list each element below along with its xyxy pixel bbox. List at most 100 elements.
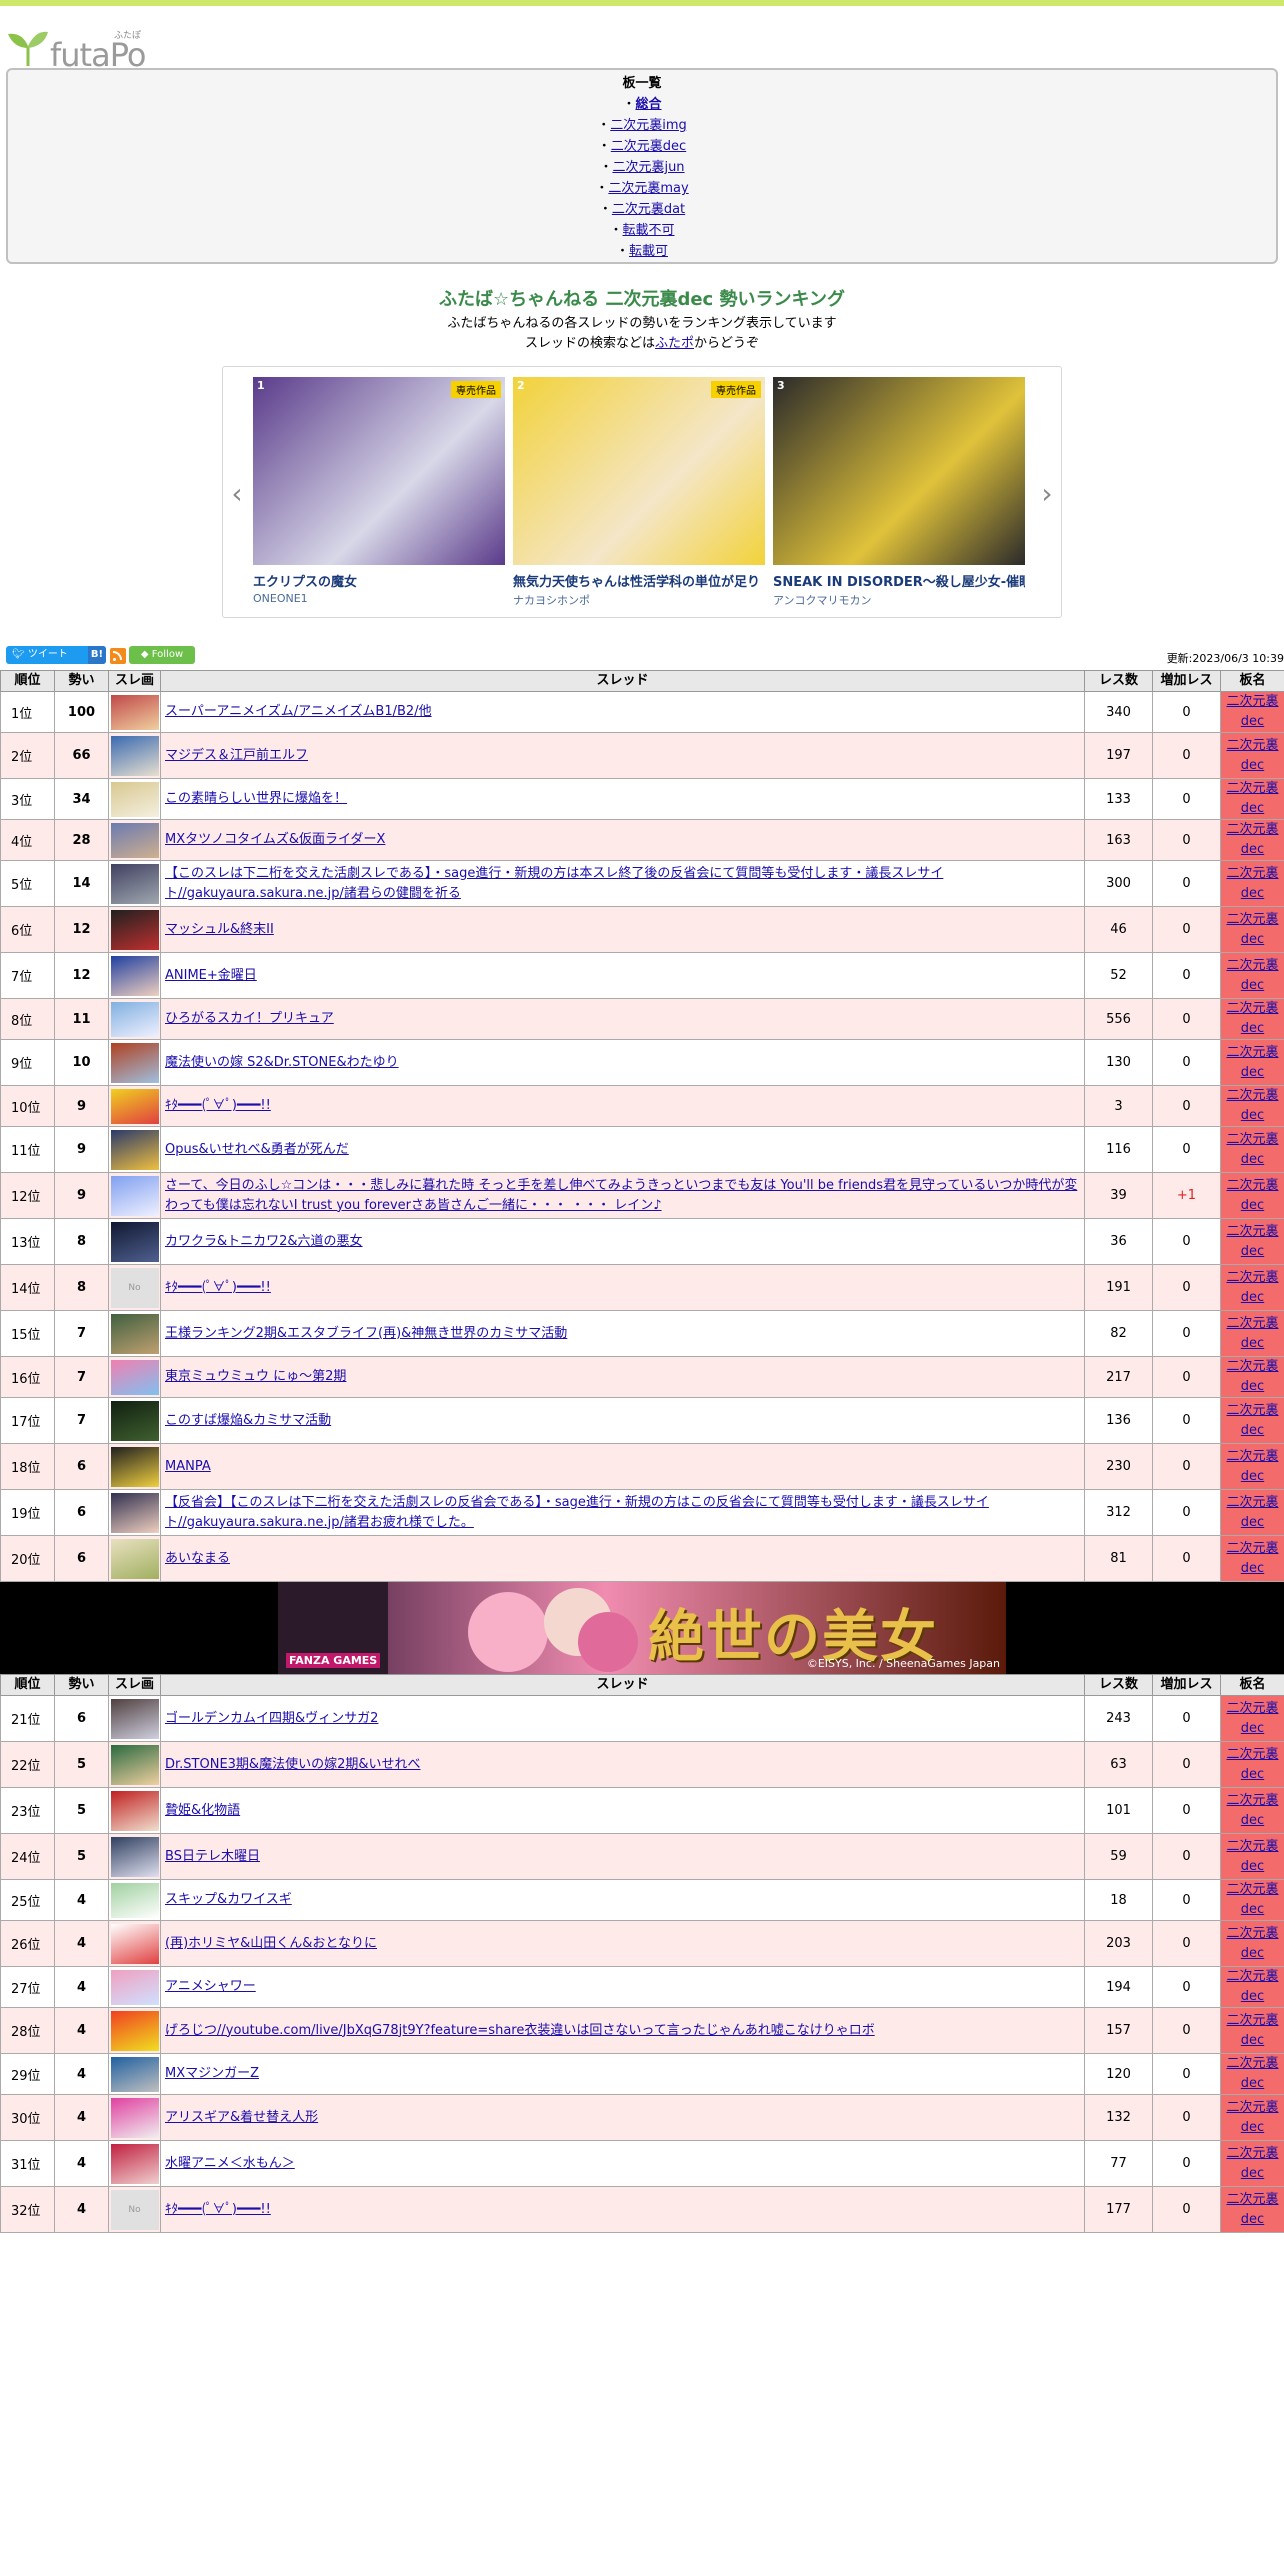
board-link[interactable]: 二次元裏jun — [612, 160, 684, 175]
thread-link[interactable]: アニメシャワー — [165, 1979, 256, 1994]
thread-thumbnail[interactable] — [110, 1744, 159, 1785]
thread-thumbnail[interactable] — [110, 1042, 159, 1083]
thumbnail-cell[interactable] — [108, 1126, 161, 1173]
thread-thumbnail[interactable] — [110, 863, 159, 904]
thumbnail-cell[interactable] — [108, 906, 161, 953]
thread-link[interactable]: ｷﾀ━━━(ﾟ∀ﾟ)━━━!! — [165, 1098, 271, 1113]
thread-link[interactable]: げろじつ//youtube.com/live/JbXqG78jt9Y?featu… — [165, 2023, 875, 2038]
product-title[interactable]: 無気力天使ちゃんは性活学科の単位が足り — [513, 571, 765, 590]
thread-link[interactable]: この素晴らしい世界に爆焔を！ — [165, 791, 347, 806]
thread-thumbnail[interactable] — [110, 1359, 159, 1395]
thumbnail-cell[interactable] — [108, 2053, 161, 2095]
thread-link[interactable]: MXタツノコタイムズ&仮面ライダーX — [165, 832, 385, 847]
thread-thumbnail[interactable] — [110, 2097, 159, 2138]
thumbnail-cell[interactable] — [108, 1489, 161, 1536]
board-link[interactable]: 転載可 — [629, 244, 668, 259]
board-name-link[interactable]: 二次元裏dec — [1226, 1132, 1278, 1167]
product-card[interactable]: 1 専売作品エクリプスの魔女 ONEONE1 — [253, 377, 505, 605]
thumbnail-cell[interactable] — [108, 1356, 161, 1398]
board-name-link[interactable]: 二次元裏dec — [1226, 2013, 1278, 2048]
thumbnail-cell[interactable] — [108, 819, 161, 861]
product-image[interactable]: 2 専売作品 — [513, 377, 765, 565]
thread-thumbnail[interactable] — [110, 1923, 159, 1964]
thread-link[interactable]: 【このスレは下二桁を交えた活劇スレである】・sage進行・新規の方は本スレ終了後… — [165, 866, 943, 901]
hatena-bookmark-button[interactable]: B! — [88, 646, 106, 664]
thread-link[interactable]: スーパーアニメイズム/アニメイズムB1/B2/他 — [165, 704, 432, 719]
board-link[interactable]: 転載不可 — [623, 223, 675, 238]
thread-link[interactable]: マジデス＆江戸前エルフ — [165, 748, 308, 763]
feedly-follow-button[interactable]: ◆ Follow — [129, 646, 195, 664]
board-name-link[interactable]: 二次元裏dec — [1226, 912, 1278, 947]
product-circle[interactable]: アンコクマリモカン — [773, 592, 1025, 608]
board-name-link[interactable]: 二次元裏dec — [1226, 1316, 1278, 1351]
thread-thumbnail[interactable] — [110, 1001, 159, 1037]
thumbnail-cell[interactable]: No Thumbnail — [108, 1264, 161, 1311]
thumbnail-cell[interactable] — [108, 1310, 161, 1357]
thumbnail-cell[interactable] — [108, 998, 161, 1040]
thread-thumbnail[interactable] — [110, 1698, 159, 1739]
product-card[interactable]: 2 専売作品 無気力天使ちゃんは性活学科の単位が足り ナカヨシホンポ — [513, 377, 765, 608]
thread-link[interactable]: 水曜アニメ＜水もん＞ — [165, 2156, 295, 2171]
board-name-link[interactable]: 二次元裏dec — [1226, 866, 1278, 901]
board-name-link[interactable]: 二次元裏dec — [1226, 1541, 1278, 1576]
thread-link[interactable]: ｷﾀ━━━(ﾟ∀ﾟ)━━━!! — [165, 1280, 271, 1295]
thumbnail-cell[interactable] — [108, 732, 161, 779]
thread-link[interactable]: (再)ホリミヤ&山田くん&おとなりに — [165, 1936, 377, 1951]
thread-thumbnail[interactable] — [110, 1088, 159, 1124]
thread-thumbnail[interactable] — [110, 1492, 159, 1533]
tweet-button[interactable]: 🐦︎ ツイート B! — [6, 646, 106, 664]
board-name-link[interactable]: 二次元裏dec — [1226, 1747, 1278, 1782]
thread-thumbnail[interactable] — [110, 1129, 159, 1170]
rss-icon[interactable] — [110, 648, 126, 664]
thread-thumbnail[interactable] — [110, 1400, 159, 1441]
board-link[interactable]: 二次元裏img — [610, 118, 687, 133]
site-logo[interactable]: futaPo ふたぽ — [6, 24, 146, 74]
product-title[interactable]: エクリプスの魔女 — [253, 571, 505, 590]
thread-thumbnail[interactable] — [110, 1221, 159, 1262]
chevron-left-icon[interactable]: ‹ — [227, 477, 247, 510]
thumbnail-cell[interactable] — [108, 2007, 161, 2054]
thread-thumbnail[interactable] — [110, 1882, 159, 1918]
thumbnail-cell[interactable] — [108, 1172, 161, 1219]
board-link[interactable]: 二次元裏dec — [611, 139, 686, 154]
thread-link[interactable]: さーて、今日のふし☆コンは・・・悲しみに暮れた時 そっと手を差し伸べてみようきっ… — [165, 1178, 1077, 1213]
thread-link[interactable]: アリスギア&着せ替え人形 — [165, 2110, 318, 2125]
board-name-link[interactable]: 二次元裏dec — [1226, 1449, 1278, 1484]
board-name-link[interactable]: 二次元裏dec — [1226, 781, 1278, 816]
thread-thumbnail[interactable] — [110, 1446, 159, 1487]
product-card[interactable]: 3 SNEAK IN DISORDER～殺し屋少女-催眠 アンコクマリモカン — [773, 377, 1025, 608]
product-image[interactable]: 1 専売作品 — [253, 377, 505, 565]
product-circle[interactable]: ONEONE1 — [253, 592, 505, 605]
board-name-link[interactable]: 二次元裏dec — [1226, 1088, 1278, 1123]
thumbnail-cell[interactable] — [108, 1039, 161, 1086]
board-name-link[interactable]: 二次元裏dec — [1226, 958, 1278, 993]
board-name-link[interactable]: 二次元裏dec — [1226, 1839, 1278, 1874]
board-name-link[interactable]: 二次元裏dec — [1226, 2100, 1278, 2135]
thread-link[interactable]: BS日テレ木曜日 — [165, 1849, 260, 1864]
thread-link[interactable]: 魔法使いの嫁 S2&Dr.STONE&わたゆり — [165, 1055, 399, 1070]
ad-banner[interactable]: FANZA GAMES 絶世の美女が… ©EISYS, Inc. / Sheen… — [0, 1582, 1284, 1674]
thumbnail-cell[interactable] — [108, 1833, 161, 1880]
thumbnail-cell[interactable] — [108, 691, 161, 733]
thread-link[interactable]: マッシュル&終末II — [165, 922, 274, 937]
board-name-link[interactable]: 二次元裏dec — [1226, 822, 1278, 857]
thumbnail-cell[interactable] — [108, 1397, 161, 1444]
thumbnail-cell[interactable]: No Thumbnail — [108, 2186, 161, 2233]
thread-thumbnail[interactable] — [110, 1175, 159, 1216]
no-thumbnail-image[interactable]: No Thumbnail — [110, 1267, 159, 1308]
thumbnail-cell[interactable] — [108, 1085, 161, 1127]
thread-thumbnail[interactable] — [110, 694, 159, 730]
board-link[interactable]: 総合 — [636, 97, 662, 112]
thread-link[interactable]: Opus&いせれべ&勇者が死んだ — [165, 1142, 349, 1157]
thread-thumbnail[interactable] — [110, 781, 159, 817]
board-name-link[interactable]: 二次元裏dec — [1226, 1270, 1278, 1305]
thumbnail-cell[interactable] — [108, 1218, 161, 1265]
thread-thumbnail[interactable] — [110, 1538, 159, 1579]
board-name-link[interactable]: 二次元裏dec — [1226, 1926, 1278, 1961]
board-name-link[interactable]: 二次元裏dec — [1226, 738, 1278, 773]
thumbnail-cell[interactable] — [108, 1879, 161, 1921]
board-name-link[interactable]: 二次元裏dec — [1226, 1045, 1278, 1080]
ad-banner-image[interactable]: FANZA GAMES 絶世の美女が… ©EISYS, Inc. / Sheen… — [278, 1582, 1006, 1674]
board-name-link[interactable]: 二次元裏dec — [1226, 2146, 1278, 2181]
futapo-link[interactable]: ふたポ — [655, 336, 694, 351]
